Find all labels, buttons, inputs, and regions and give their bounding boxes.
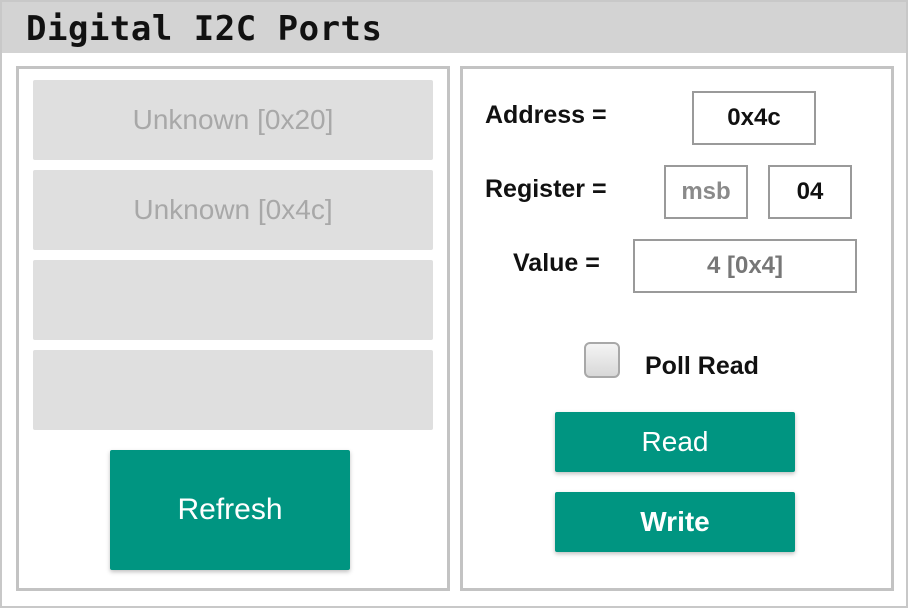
value-field[interactable]: 4 [0x4] xyxy=(633,239,857,293)
refresh-button[interactable]: Refresh xyxy=(110,450,350,570)
address-label: Address = xyxy=(485,101,607,129)
register-panel: Address = 0x4c Register = msb 04 Value =… xyxy=(460,66,894,591)
register-label: Register = xyxy=(485,175,607,203)
device-slot-4[interactable] xyxy=(33,350,433,430)
title-bar: Digital I2C Ports xyxy=(2,2,906,53)
device-slot-1[interactable]: Unknown [0x20] xyxy=(33,80,433,160)
poll-read-label: Poll Read xyxy=(645,352,759,380)
window-title: Digital I2C Ports xyxy=(26,9,383,49)
device-slot-3[interactable] xyxy=(33,260,433,340)
register-lsb-field[interactable]: 04 xyxy=(768,165,852,219)
device-list-panel: Unknown [0x20] Unknown [0x4c] Refresh xyxy=(16,66,450,591)
value-label: Value = xyxy=(513,249,600,277)
poll-read-checkbox[interactable] xyxy=(584,342,620,378)
address-field[interactable]: 0x4c xyxy=(692,91,816,145)
device-slot-2[interactable]: Unknown [0x4c] xyxy=(33,170,433,250)
register-msb-field[interactable]: msb xyxy=(664,165,748,219)
read-button[interactable]: Read xyxy=(555,412,795,472)
write-button[interactable]: Write xyxy=(555,492,795,552)
app-window: Digital I2C Ports Unknown [0x20] Unknown… xyxy=(0,0,908,608)
